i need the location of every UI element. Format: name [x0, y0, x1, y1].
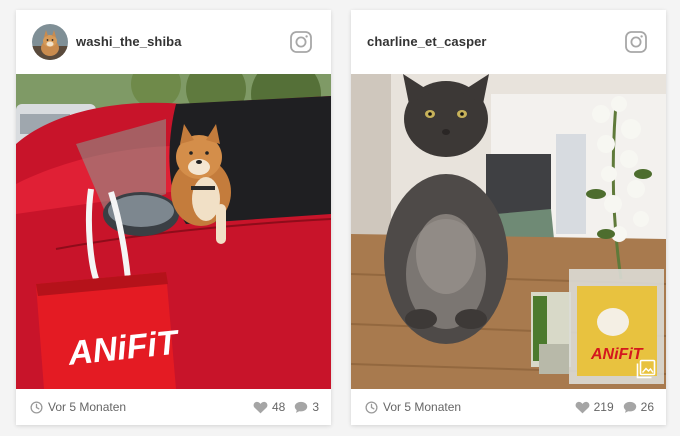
clock-icon [30, 400, 43, 414]
post-footer: Vor 5 Monaten 219 26 [351, 389, 666, 425]
comments-stat: 26 [623, 400, 654, 414]
likes-stat: 219 [575, 400, 614, 414]
comment-icon [295, 401, 308, 413]
post-header: washi_the_shiba [16, 10, 331, 74]
post-photo[interactable]: ANiFiT [351, 74, 666, 389]
avatar[interactable] [32, 24, 68, 60]
comments-count: 26 [640, 400, 654, 414]
post-card-charline[interactable]: charline_et_casper ANiFiT Vor 5 Monaten … [351, 10, 666, 425]
post-card-washi[interactable]: washi_the_shiba ANiFiT Vor 5 Monaten 48 … [16, 10, 331, 425]
post-time: Vor 5 Monaten [383, 400, 462, 414]
heart-icon [575, 401, 590, 413]
gallery-icon [636, 359, 656, 379]
post-footer: Vor 5 Monaten 48 3 [16, 389, 331, 425]
likes-count: 219 [593, 400, 614, 414]
likes-count: 48 [271, 400, 286, 414]
comments-stat: 3 [294, 400, 319, 414]
clock-icon [365, 400, 378, 414]
comment-icon [623, 401, 636, 413]
comments-count: 3 [312, 400, 319, 414]
post-time: Vor 5 Monaten [48, 400, 127, 414]
username[interactable]: charline_et_casper [367, 34, 487, 49]
post-header: charline_et_casper [351, 10, 666, 74]
likes-stat: 48 [253, 400, 285, 414]
heart-icon [253, 401, 268, 413]
instagram-icon[interactable] [624, 30, 648, 54]
username[interactable]: washi_the_shiba [76, 34, 182, 49]
instagram-icon[interactable] [289, 30, 313, 54]
post-photo[interactable]: ANiFiT [16, 74, 331, 389]
